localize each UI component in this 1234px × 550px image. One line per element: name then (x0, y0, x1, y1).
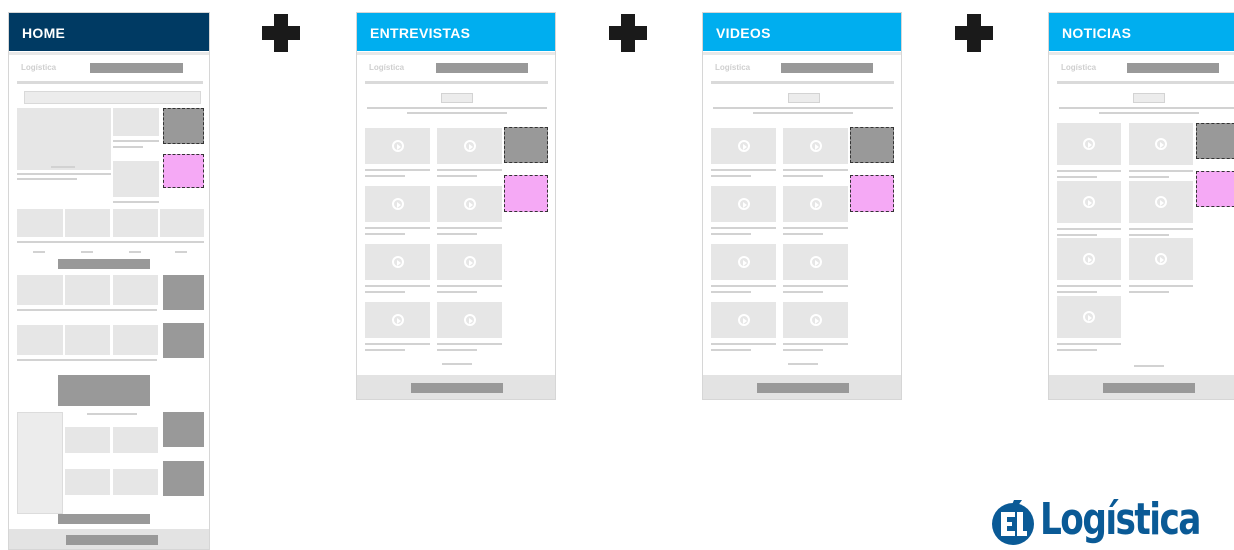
page-header-videos: VIDEOS (703, 13, 901, 51)
entrevistas-side-ad-gray (504, 127, 548, 163)
page-header-noticias: NOTICIAS (1049, 13, 1234, 51)
home-side-ad-5 (163, 461, 204, 496)
page-label-home: HOME (22, 25, 66, 41)
el-monogram-icon (992, 500, 1034, 545)
noticias-footer (1049, 375, 1234, 399)
page-label-videos: VIDEOS (716, 25, 771, 41)
home-banner-2 (58, 375, 150, 406)
page-mockup-noticias: NOTICIAS Logística (1048, 12, 1234, 400)
mini-logo: Logística (369, 63, 405, 72)
header-banner-ad (90, 63, 183, 73)
mini-logo: Logística (21, 63, 57, 72)
page-label-entrevistas: ENTREVISTAS (370, 25, 471, 41)
mini-logo: Logística (715, 63, 751, 72)
noticias-side-ad-pink (1196, 171, 1234, 207)
home-side-ad-pink (163, 154, 204, 188)
header-banner-ad (436, 63, 528, 73)
home-side-ad-3 (163, 323, 204, 358)
page-mockup-home: HOME Logística (8, 12, 210, 550)
header-banner-ad (781, 63, 873, 73)
home-banner-1 (58, 259, 150, 269)
plus-icon (955, 14, 993, 52)
entrevistas-side-ad-pink (504, 175, 548, 212)
videos-side-ad-pink (850, 175, 894, 212)
plus-icon (609, 14, 647, 52)
header-banner-ad (1127, 63, 1219, 73)
home-footer (9, 529, 209, 549)
entrevistas-footer (357, 375, 555, 399)
home-side-ad-gray (163, 108, 204, 144)
home-banner-3 (58, 514, 150, 524)
noticias-side-ad-gray (1196, 123, 1234, 159)
brand-logo: Logística (990, 498, 1234, 550)
plus-icon (262, 14, 300, 52)
page-mockup-entrevistas: ENTREVISTAS Logística (356, 12, 556, 400)
videos-footer (703, 375, 901, 399)
hero-image (17, 108, 111, 170)
videos-side-ad-gray (850, 127, 894, 163)
home-side-ad-4 (163, 412, 204, 447)
mini-logo: Logística (1061, 63, 1097, 72)
page-header-entrevistas: ENTREVISTAS (357, 13, 555, 51)
brand-logo-text: Logística (1040, 494, 1201, 545)
page-header-home: HOME (9, 13, 209, 51)
page-label-noticias: NOTICIAS (1062, 25, 1132, 41)
home-side-ad-2 (163, 275, 204, 310)
page-mockup-videos: VIDEOS Logística (702, 12, 902, 400)
